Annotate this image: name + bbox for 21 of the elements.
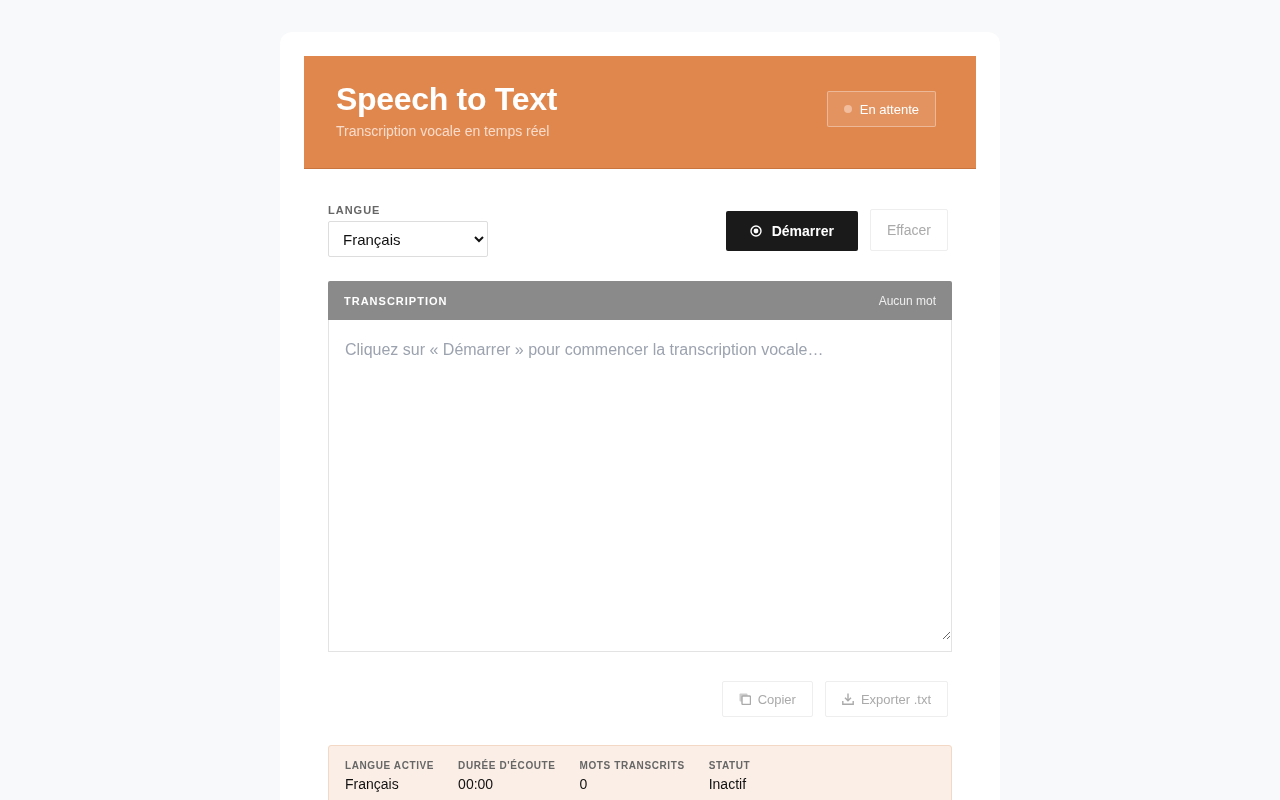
word-count: Aucun mot (878, 293, 936, 308)
stat-value: 0 (579, 776, 589, 793)
stat-value: Inactif (708, 776, 748, 793)
record-icon (749, 225, 762, 237)
stat-label: DURÉE D'ÉCOUTE (458, 760, 556, 772)
status-dot-icon (843, 105, 852, 113)
download-icon (841, 693, 854, 705)
stat-value: 00:00 (458, 776, 495, 793)
app-title: Speech to Text (336, 80, 558, 118)
status-text: En attente (859, 101, 919, 117)
stat-value: Français (345, 776, 400, 793)
stat-label: STATUT (708, 760, 751, 772)
app-subtitle: Transcription vocale en temps réel (336, 122, 551, 140)
start-button[interactable]: Démarrer (725, 211, 858, 251)
language-select[interactable]: Français (328, 221, 488, 257)
transcription-title: TRANSCRIPTION (344, 294, 448, 307)
copy-icon (738, 693, 751, 705)
stat-label: MOTS TRANSCRITS (579, 760, 685, 772)
stat-label: LANGUE ACTIVE (345, 760, 435, 772)
transcription-field[interactable]: Cliquez sur « Démarrer » pour commencer la transcription vocale… (328, 320, 952, 652)
language-label: LANGUE (328, 203, 382, 217)
